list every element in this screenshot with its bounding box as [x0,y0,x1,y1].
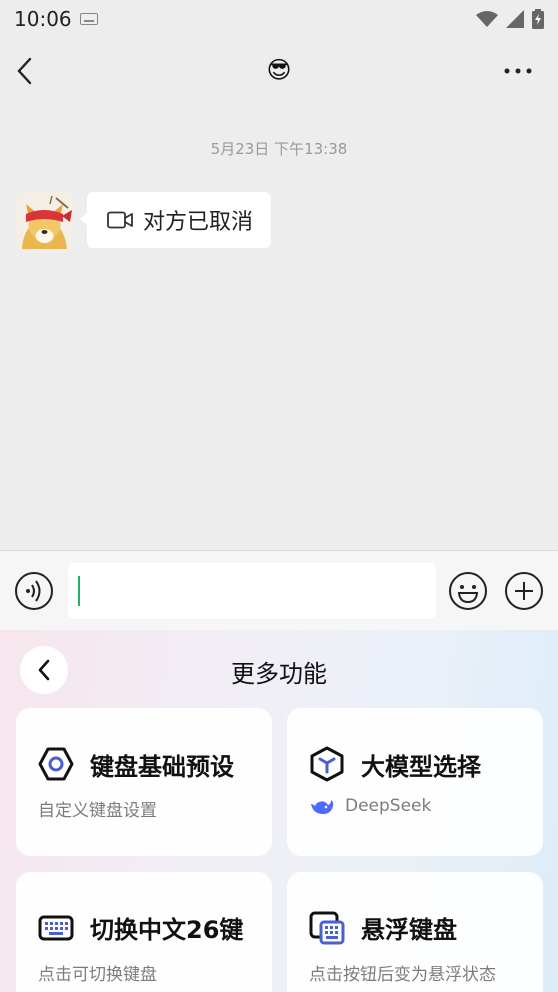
smiley-icon [449,571,487,610]
back-button[interactable] [16,57,32,85]
card-subtitle: 点击按钮后变为悬浮状态 [309,965,496,985]
floating-keyboard-icon [309,911,345,944]
voice-input-button[interactable] [14,571,54,611]
card-title: 键盘基础预设 [90,752,234,781]
video-call-message-bubble[interactable]: 对方已取消 [79,192,272,248]
more-functions-button[interactable] [504,571,544,611]
more-dots-icon [504,68,532,74]
panel-header: 更多功能 [0,646,558,694]
model-name: DeepSeek [345,796,432,816]
video-camera-icon [107,211,133,229]
cell-signal-icon [506,10,524,28]
panel-title: 更多功能 [231,660,327,688]
deepseek-whale-icon [311,800,334,814]
chat-messages[interactable]: 5月23日 下午13:38 对方已取消 [0,104,558,550]
status-icons [476,9,544,29]
message-row: 对方已取消 [16,192,272,249]
card-switch-chinese-26[interactable]: 切换中文26键 点击可切换键盘 [16,872,272,992]
hexagon-settings-icon [38,747,74,781]
message-text: 对方已取消 [143,210,254,235]
text-caret [78,575,80,606]
card-subtitle: 自定义键盘设置 [38,801,157,821]
status-time: 10:06 [14,7,72,31]
keyboard-indicator-icon [79,13,98,25]
keyboard-icon [38,915,74,940]
card-subtitle: 点击可切换键盘 [38,965,157,985]
message-input[interactable] [68,562,436,619]
wifi-icon [476,11,498,27]
avatar[interactable] [16,192,73,249]
card-title: 悬浮键盘 [361,916,457,944]
card-subtitle: DeepSeek [309,796,431,816]
card-title: 切换中文26键 [90,916,244,944]
plus-icon [505,571,543,610]
more-functions-panel: 更多功能 键盘基础预设 自定义键盘设置 大模型选择 DeepSeek 切换中文2… [0,630,558,992]
chat-title: 😎 [266,56,292,84]
battery-icon [532,9,544,29]
more-options-button[interactable] [504,68,542,74]
card-title: 大模型选择 [361,752,481,781]
chat-header: 😎 [0,38,558,104]
emoji-button[interactable] [448,571,488,611]
card-floating-keyboard[interactable]: 悬浮键盘 点击按钮后变为悬浮状态 [287,872,543,992]
voice-icon [15,571,53,610]
dog-avatar-image [16,192,73,249]
card-model-selection[interactable]: 大模型选择 DeepSeek [287,708,543,856]
input-toolbar [0,550,558,630]
cube-icon [310,746,344,782]
chevron-left-icon [17,57,32,85]
message-timestamp: 5月23日 下午13:38 [210,140,348,158]
status-bar: 10:06 [0,0,558,38]
card-keyboard-presets[interactable]: 键盘基础预设 自定义键盘设置 [16,708,272,856]
